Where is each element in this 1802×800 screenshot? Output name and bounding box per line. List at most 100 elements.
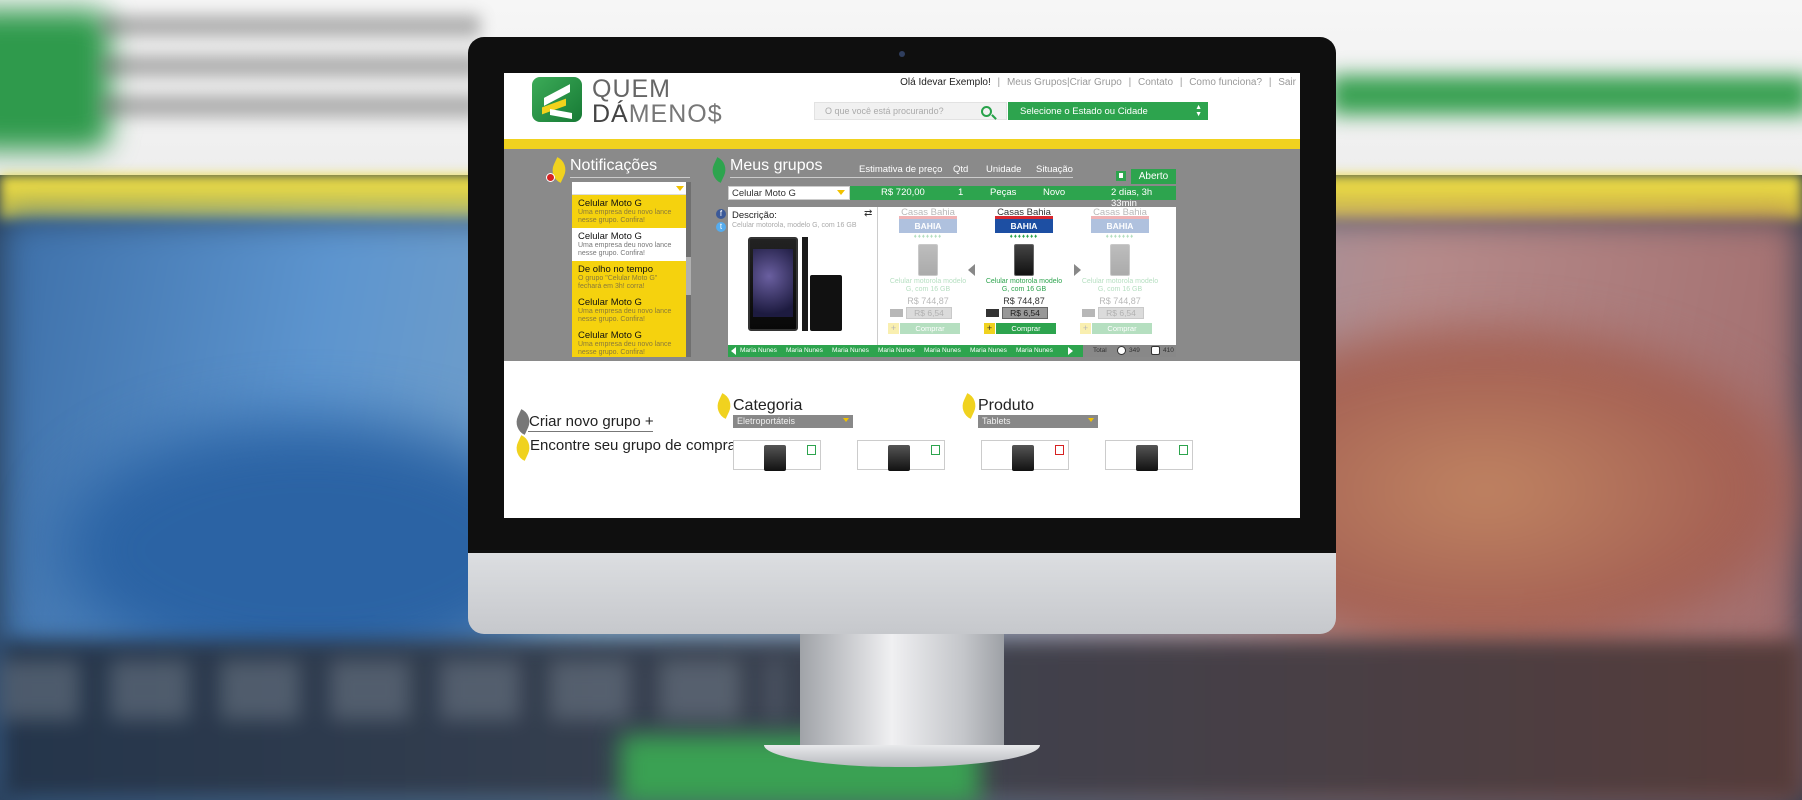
- lock-open-icon: [1179, 445, 1188, 455]
- notification-item[interactable]: Celular Moto G Uma empresa deu novo lance…: [572, 294, 688, 327]
- buy-button[interactable]: Comprar: [900, 323, 960, 334]
- status-open-button[interactable]: Aberto: [1131, 169, 1176, 184]
- truck-icon: [1082, 309, 1095, 317]
- product-card[interactable]: [1105, 440, 1193, 471]
- truck-icon: [890, 309, 903, 317]
- create-group-link[interactable]: Criar novo grupo +: [529, 413, 654, 430]
- notification-title: Celular Moto G: [578, 297, 642, 308]
- nav-create-group[interactable]: Criar Grupo: [1070, 77, 1122, 88]
- product-select[interactable]: Tablets: [978, 415, 1098, 428]
- offer-desc: Celular motorola modelo G, com 16 GB: [1081, 278, 1159, 293]
- notifications-scrollbar[interactable]: [686, 182, 691, 357]
- store-offer: Casas Bahia BAHIA ♦♦♦♦♦♦♦ Celular motorola …: [888, 207, 968, 337]
- category-select[interactable]: Eletroportáteis: [733, 415, 853, 428]
- offer-product-image: [918, 244, 938, 276]
- divider: [570, 177, 690, 178]
- members-next-icon[interactable]: [1068, 347, 1073, 355]
- member-name[interactable]: Maria Nunes: [924, 347, 961, 354]
- group-qty: 1: [958, 187, 964, 198]
- notification-title: Celular Moto G: [578, 198, 642, 209]
- member-name[interactable]: Maria Nunes: [1016, 347, 1053, 354]
- nav-logout[interactable]: Sair: [1278, 77, 1296, 88]
- twitter-icon[interactable]: t: [716, 222, 726, 232]
- notification-title: Celular Moto G: [578, 330, 642, 341]
- offer-price: R$ 744,87: [1003, 296, 1045, 306]
- member-name[interactable]: Maria Nunes: [740, 347, 777, 354]
- chevron-left-icon[interactable]: [968, 264, 975, 276]
- buy-button[interactable]: Comprar: [996, 323, 1056, 334]
- offer-price: R$ 744,87: [907, 296, 949, 306]
- leaf-icon: [713, 393, 735, 419]
- monitor: QUEM DÁMENO$ Olá Idevar Exemplo! | Meus …: [468, 37, 1336, 634]
- facebook-icon[interactable]: f: [716, 209, 726, 219]
- members-bar: Maria Nunes Maria Nunes Maria Nunes Maria N…: [728, 345, 1083, 357]
- group-time-left: 2 dias, 3h 33min: [1111, 187, 1153, 209]
- member-name[interactable]: Maria Nunes: [878, 347, 915, 354]
- notifications-list: Celular Moto G Uma empresa deu novo lance…: [572, 182, 688, 357]
- member-name[interactable]: Maria Nunes: [786, 347, 823, 354]
- group-unit: Peças: [990, 187, 1017, 198]
- plus-button[interactable]: +: [888, 323, 899, 334]
- rating-stars: ♦♦♦♦♦♦♦: [1009, 234, 1039, 240]
- product-card[interactable]: [857, 440, 945, 471]
- search-input[interactable]: O que você está procurando?: [814, 102, 1007, 120]
- nav-contact[interactable]: Contato: [1138, 77, 1173, 88]
- notification-item[interactable]: Celular Moto G Uma empresa deu novo lance…: [572, 327, 688, 357]
- top-navigation: Olá Idevar Exemplo! | Meus Grupos|Criar …: [900, 77, 1296, 88]
- column-estimate: Estimativa de preço: [859, 164, 943, 175]
- user-icon: [1117, 346, 1126, 355]
- group-product-select[interactable]: Celular Moto G: [728, 186, 850, 200]
- groups-title: Meus grupos: [730, 157, 823, 174]
- plus-button[interactable]: +: [984, 323, 995, 334]
- buy-button[interactable]: Comprar: [1092, 323, 1152, 334]
- member-name[interactable]: Maria Nunes: [832, 347, 869, 354]
- description-title: Descrição:: [732, 210, 777, 221]
- box-icon: [1151, 346, 1160, 355]
- column-qty: Qtd: [953, 164, 969, 175]
- notification-item[interactable]: Celular Moto G Uma empresa deu novo lance…: [572, 228, 688, 261]
- notifications-title: Notificações: [570, 157, 658, 174]
- product-title: Produto: [978, 397, 1035, 414]
- group-detail-card: f t Descrição: Celular motorola, modelo …: [716, 207, 1176, 357]
- total-label: Total: [1093, 347, 1107, 354]
- search-icon[interactable]: [981, 106, 992, 117]
- notification-item[interactable]: De olho no tempo O grupo "Celular Moto G"…: [572, 261, 688, 294]
- store-offer: Casas Bahia BAHIA ♦♦♦♦♦♦♦ Celular motorola …: [1080, 207, 1160, 337]
- logo-icon[interactable]: [532, 77, 582, 122]
- notification-desc: Uma empresa deu novo lance nesse grupo. …: [578, 209, 672, 224]
- members-prev-icon[interactable]: [731, 347, 736, 355]
- notifications-dropdown[interactable]: [572, 182, 688, 195]
- greeting-text: Olá Idevar Exemplo!: [900, 77, 991, 88]
- group-row[interactable]: Celular Moto G R$ 720,00 1 Peças Novo 2 …: [728, 186, 1176, 209]
- chevron-down-icon: [837, 190, 845, 195]
- find-group-link[interactable]: Encontre seu grupo de compras: [530, 438, 743, 453]
- rating-stars: ♦♦♦♦♦♦♦: [1105, 234, 1135, 240]
- product-image-back: [810, 275, 842, 331]
- nav-how-it-works[interactable]: Como funciona?: [1189, 77, 1262, 88]
- refresh-icon[interactable]: ⇄: [864, 208, 872, 219]
- product-card[interactable]: [733, 440, 821, 471]
- chevron-down-icon: [1088, 418, 1094, 422]
- notification-item[interactable]: Celular Moto G Uma empresa deu novo lance…: [572, 195, 688, 228]
- nav-my-groups[interactable]: Meus Grupos: [1007, 77, 1067, 88]
- plus-button[interactable]: +: [1080, 323, 1091, 334]
- chevron-down-icon: [843, 418, 849, 422]
- category-title: Categoria: [733, 397, 803, 414]
- store-logo: BAHIA: [899, 216, 957, 233]
- member-name[interactable]: Maria Nunes: [970, 347, 1007, 354]
- divider: [730, 177, 880, 178]
- header-yellow-bar: [504, 139, 1300, 149]
- column-unit: Unidade: [986, 164, 1022, 175]
- shipping-price: R$ 6,54: [1098, 307, 1144, 319]
- store-logo: BAHIA: [1091, 216, 1149, 233]
- monitor-bezel: QUEM DÁMENO$ Olá Idevar Exemplo! | Meus …: [468, 37, 1336, 553]
- state-city-select[interactable]: Selecione o Estado ou Cidade ▲ ▼: [1008, 102, 1208, 120]
- offer-desc: Celular motorola modelo G, com 16 GB: [985, 278, 1063, 293]
- offer-desc: Celular motorola modelo G, com 16 GB: [889, 278, 967, 293]
- leaf-icon: [958, 393, 980, 419]
- lock-open-icon: [1116, 171, 1126, 181]
- group-condition: Novo: [1043, 187, 1066, 198]
- product-card[interactable]: [981, 440, 1069, 471]
- notification-desc: Uma empresa deu novo lance nesse grupo. …: [578, 341, 672, 356]
- monitor-chin: [468, 553, 1336, 634]
